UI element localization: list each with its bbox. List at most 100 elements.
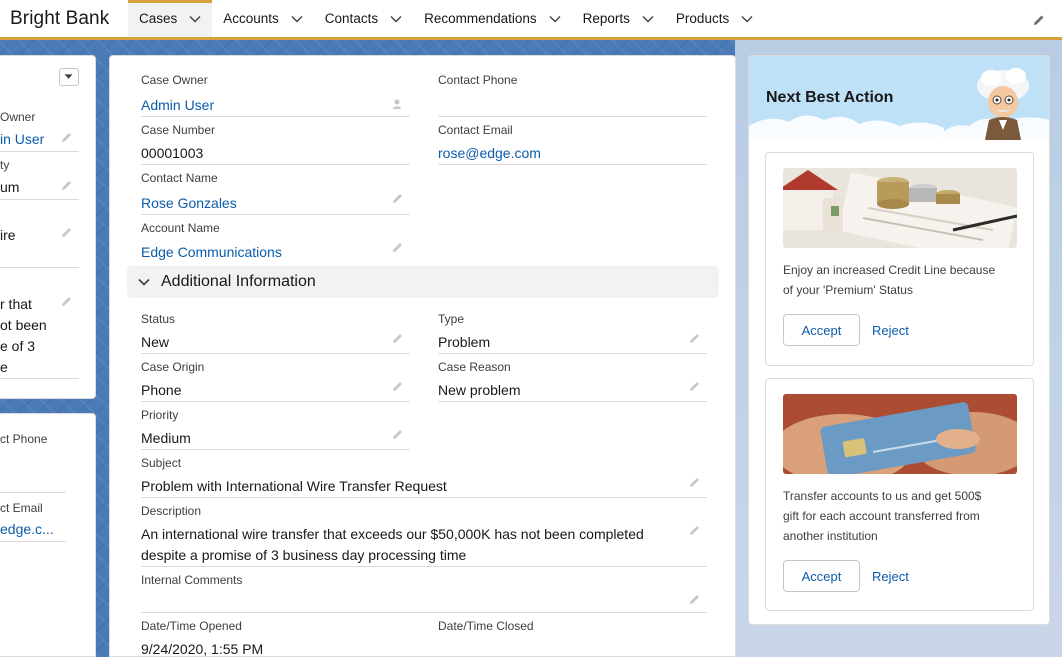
tab-label: Reports [582,11,630,26]
chevron-down-icon [138,278,150,286]
divider [141,449,410,450]
account-name-label: Account Name [141,221,220,235]
offer-image-credit-card [783,394,1017,474]
pencil-icon[interactable] [61,179,73,191]
tab-reports[interactable]: Reports [572,0,665,37]
offer-text-line-1: Enjoy an increased Credit Line because [783,263,996,277]
divider [438,116,707,117]
chevron-down-icon[interactable] [189,13,201,25]
divider [0,199,79,200]
dropdown-button[interactable] [59,68,79,86]
next-best-action-card: Next Best Action Enjoy an increased Cred… [748,55,1050,625]
case-owner-link[interactable]: Admin User [141,97,214,113]
tab-cases[interactable]: Cases [128,0,213,37]
recommendation-card: Enjoy an increased Credit Line because o… [765,152,1034,366]
contact-email-label: Contact Email [438,123,513,137]
owner-label: Owner [0,110,36,124]
offer-image-house-coins [783,168,1017,248]
divider [141,214,410,215]
case-number-value: 00001003 [141,145,204,161]
description-line-1: An international wire transfer that exce… [141,526,644,542]
divider [438,353,707,354]
subject-label: Subject [141,456,182,470]
tab-accounts[interactable]: Accounts [212,0,314,37]
pencil-icon[interactable] [689,476,701,488]
pencil-icon[interactable] [392,380,404,392]
contact-email-link[interactable]: rose@edge.com [438,145,541,161]
chevron-down-icon[interactable] [642,13,654,25]
tab-label: Products [675,11,730,26]
email-label: ct Email [0,501,43,515]
opened-label: Date/Time Opened [141,619,242,633]
priority-value: Medium [141,430,191,446]
caret-down-icon [64,74,73,79]
status-value: New [141,334,170,350]
tab-label: Accounts [223,11,279,26]
owner-link[interactable]: in User [0,131,44,147]
case-origin-label: Case Origin [141,360,205,374]
additional-information-section-header[interactable]: Additional Information [127,266,719,298]
pencil-icon[interactable] [392,241,404,253]
divider [141,612,707,613]
tab-products[interactable]: Products [665,0,764,37]
offer-text-line-2: of your 'Premium' Status [783,283,913,297]
chevron-down-icon[interactable] [390,13,402,25]
app-name: Bright Bank [10,7,110,29]
chevron-down-icon[interactable] [549,13,561,25]
divider [438,164,707,165]
accept-button[interactable]: Accept [783,560,860,592]
change-owner-icon[interactable] [392,98,404,110]
chevron-down-icon[interactable] [291,13,303,25]
tab-contacts[interactable]: Contacts [314,0,413,37]
tab-label: Cases [139,11,178,26]
nba-header: Next Best Action [749,56,1049,140]
pencil-icon[interactable] [61,131,73,143]
reject-button[interactable]: Reject [872,314,922,346]
pencil-icon[interactable] [392,332,404,344]
chevron-down-icon[interactable] [741,13,753,25]
case-number-label: Case Number [141,123,216,137]
pencil-icon[interactable] [689,380,701,392]
divider [141,164,410,165]
offer-text-line-2: gift for each account transferred from [783,509,980,523]
internal-comments-label: Internal Comments [141,573,243,587]
description-label: Description [141,504,202,518]
pencil-icon[interactable] [61,295,73,307]
pencil-icon[interactable] [689,332,701,344]
pencil-icon[interactable] [61,226,73,238]
pencil-icon[interactable] [392,428,404,440]
priority-value: um [0,179,20,195]
closed-label: Date/Time Closed [438,619,534,633]
pencil-icon[interactable] [689,524,701,536]
einstein-mascot-icon [977,68,1029,140]
edit-nav-pencil-icon[interactable] [1032,13,1046,27]
divider [0,378,79,379]
divider [0,267,79,268]
divider [0,541,66,542]
priority-label: Priority [141,408,179,422]
left-highlights-card: Owner in User ty um ire r that ot been e… [0,55,96,399]
case-reason-value: New problem [438,382,521,398]
divider [141,497,707,498]
pencil-icon[interactable] [392,192,404,204]
nba-title: Next Best Action [766,89,894,106]
offer-text-line-1: Transfer accounts to us and get 500$ [783,489,982,503]
subject-value: Problem with International Wire Transfer… [141,478,447,494]
account-name-link[interactable]: Edge Communications [141,244,282,260]
divider [141,401,410,402]
description-line-2: despite a promise of 3 business day proc… [141,547,467,563]
phone-label: ct Phone [0,432,48,446]
top-navigation: Bright Bank Cases Accounts Contacts Reco… [0,0,1062,40]
tab-recommendations[interactable]: Recommendations [413,0,572,37]
pencil-icon[interactable] [689,593,701,605]
case-owner-label: Case Owner [141,73,208,87]
divider [438,401,707,402]
section-title: Additional Information [161,273,316,290]
email-link[interactable]: edge.c... [0,521,54,537]
divider [141,566,707,567]
reject-button[interactable]: Reject [872,560,922,592]
accept-button[interactable]: Accept [783,314,860,346]
type-label: Type [438,312,465,326]
contact-name-link[interactable]: Rose Gonzales [141,195,237,211]
contact-name-label: Contact Name [141,171,218,185]
